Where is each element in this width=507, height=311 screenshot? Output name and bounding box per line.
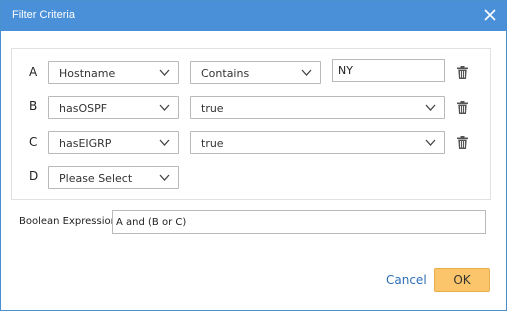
row-letter-a: A <box>29 65 38 79</box>
row-letter-d: D <box>29 169 39 183</box>
filter-criteria-dialog: Filter Criteria A Hostname Contains B ha… <box>0 0 507 311</box>
trash-icon[interactable] <box>457 136 468 149</box>
value-select-b-value: true <box>201 102 224 115</box>
operator-select-a-value: Contains <box>201 67 250 80</box>
chevron-down-icon <box>159 104 170 111</box>
field-select-c-value: hasEIGRP <box>59 137 112 150</box>
chevron-down-icon <box>301 69 312 76</box>
field-select-a[interactable]: Hostname <box>48 61 179 84</box>
value-select-c-value: true <box>201 137 224 150</box>
value-select-b[interactable]: true <box>190 96 445 119</box>
dialog-title: Filter Criteria <box>12 9 75 21</box>
field-select-a-value: Hostname <box>59 67 116 80</box>
value-input-a[interactable] <box>332 59 445 82</box>
boolean-expression-input[interactable] <box>112 210 486 234</box>
value-select-c[interactable]: true <box>190 131 445 154</box>
ok-button[interactable]: OK <box>434 268 490 292</box>
field-select-d-value: Please Select <box>59 172 133 185</box>
dialog-titlebar: Filter Criteria <box>1 1 506 31</box>
field-select-b-value: hasOSPF <box>59 102 108 115</box>
operator-select-a[interactable]: Contains <box>190 61 321 84</box>
row-letter-b: B <box>29 99 38 113</box>
chevron-down-icon <box>425 104 436 111</box>
field-select-c[interactable]: hasEIGRP <box>48 131 179 154</box>
chevron-down-icon <box>425 139 436 146</box>
chevron-down-icon <box>159 174 170 181</box>
trash-icon[interactable] <box>457 66 468 79</box>
field-select-b[interactable]: hasOSPF <box>48 96 179 119</box>
boolean-expression-label: Boolean Expression: <box>19 216 121 227</box>
close-icon[interactable] <box>482 7 498 23</box>
chevron-down-icon <box>159 139 170 146</box>
trash-icon[interactable] <box>457 101 468 114</box>
field-select-d[interactable]: Please Select <box>48 166 179 189</box>
chevron-down-icon <box>159 69 170 76</box>
cancel-button[interactable]: Cancel <box>386 273 427 287</box>
row-letter-c: C <box>29 135 38 149</box>
